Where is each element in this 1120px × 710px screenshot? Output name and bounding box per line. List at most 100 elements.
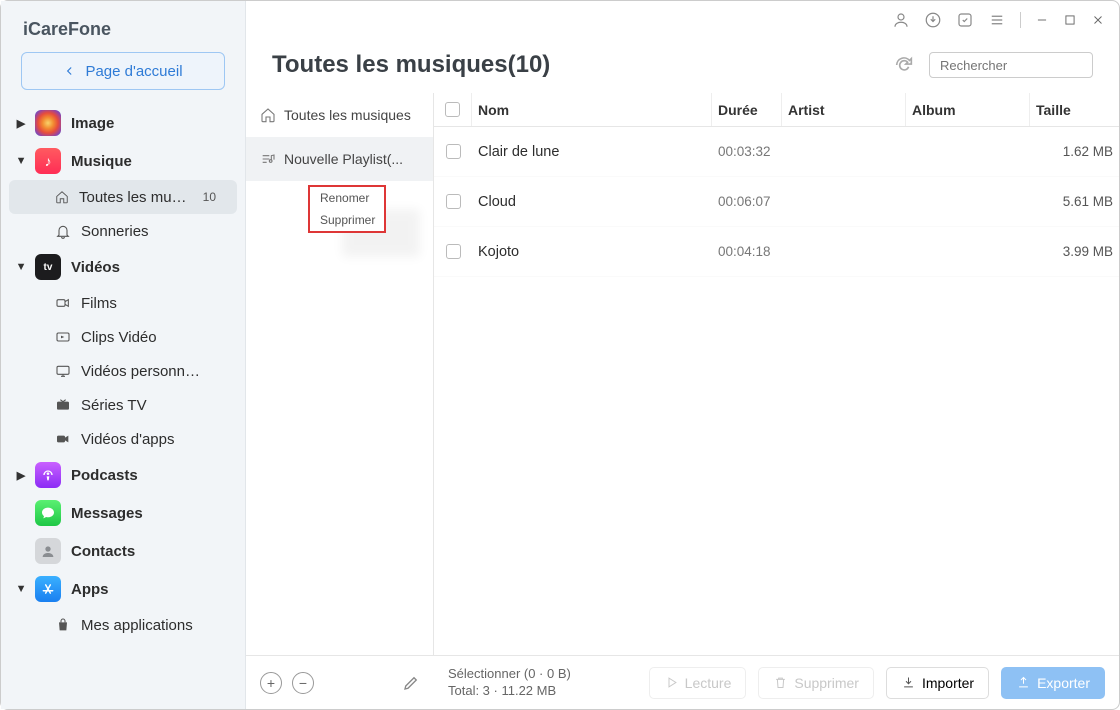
row-checkbox[interactable] xyxy=(446,144,461,159)
import-button[interactable]: Importer xyxy=(886,667,989,699)
sidebar-item-label: Podcasts xyxy=(71,467,138,484)
page-title: Toutes les musiques(10) xyxy=(272,51,550,79)
cell-taille: 3.99 MB xyxy=(1030,244,1119,259)
total-text: Total: 3 · 11.22 MB xyxy=(448,683,571,700)
clip-icon xyxy=(55,329,71,345)
sidebar-item-sonneries[interactable]: Sonneries xyxy=(1,214,245,248)
expand-icon xyxy=(17,117,25,130)
collapse-icon xyxy=(17,583,25,595)
context-menu-rename[interactable]: Renomer xyxy=(310,187,384,209)
feedback-icon[interactable] xyxy=(956,11,974,29)
remove-playlist-button[interactable]: − xyxy=(292,672,314,694)
cell-taille: 1.62 MB xyxy=(1030,144,1119,159)
separator xyxy=(1020,12,1021,28)
table-row[interactable]: Kojoto00:04:183.99 MB xyxy=(434,227,1119,277)
cell-nom: Cloud xyxy=(472,194,712,210)
download-icon[interactable] xyxy=(924,11,942,29)
messages-icon xyxy=(35,500,61,526)
import-icon xyxy=(901,675,916,690)
play-icon xyxy=(664,675,679,690)
sidebar-item-films[interactable]: Films xyxy=(1,286,245,320)
search-box[interactable] xyxy=(929,52,1093,78)
sidebar-item-mes-apps[interactable]: Mes applications xyxy=(1,608,245,642)
sidebar-item-label: Apps xyxy=(71,581,109,598)
playlist-all-music[interactable]: Toutes les musiques xyxy=(246,93,433,137)
maximize-icon[interactable] xyxy=(1063,13,1077,27)
search-input[interactable] xyxy=(940,58,1116,73)
minimize-icon[interactable] xyxy=(1035,13,1049,27)
sidebar-item-clips[interactable]: Clips Vidéo xyxy=(1,320,245,354)
sidebar-item-all-music[interactable]: Toutes les musiq... 10 xyxy=(9,180,237,214)
monitor-icon xyxy=(55,363,71,379)
add-playlist-button[interactable]: + xyxy=(260,672,282,694)
appletv-icon: tv xyxy=(35,254,61,280)
context-menu-delete[interactable]: Supprimer xyxy=(310,209,384,231)
podcasts-icon xyxy=(35,462,61,488)
sidebar-item-label: Contacts xyxy=(71,543,135,560)
playlist-new[interactable]: Nouvelle Playlist(... xyxy=(246,137,433,181)
sidebar-item-series[interactable]: Séries TV xyxy=(1,388,245,422)
close-icon[interactable] xyxy=(1091,13,1105,27)
play-button[interactable]: Lecture xyxy=(649,667,747,699)
sidebar-item-label: Vidéos d'apps xyxy=(81,431,175,448)
row-checkbox[interactable] xyxy=(446,194,461,209)
footer-actions: Sélectionner (0 · 0 B) Total: 3 · 11.22 … xyxy=(434,666,1119,700)
appstore-icon xyxy=(35,576,61,602)
sidebar-item-videos[interactable]: tv Vidéos xyxy=(1,248,245,286)
export-icon xyxy=(1016,675,1031,690)
playlist-item-label: Toutes les musiques xyxy=(284,107,411,123)
home-icon xyxy=(260,107,276,123)
row-checkbox[interactable] xyxy=(446,244,461,259)
col-nom[interactable]: Nom xyxy=(472,93,712,126)
music-icon: ♪ xyxy=(35,148,61,174)
edit-icon[interactable] xyxy=(402,674,420,692)
sidebar-item-label: Sonneries xyxy=(81,223,149,240)
sidebar: iCareFone Page d'accueil Image ♪ Musique… xyxy=(1,1,246,709)
tv-icon xyxy=(55,397,71,413)
menu-icon[interactable] xyxy=(988,11,1006,29)
table-body: Clair de lune00:03:321.62 MBCloud00:06:0… xyxy=(434,127,1119,655)
sidebar-item-label: Image xyxy=(71,115,114,132)
selection-info: Sélectionner (0 · 0 B) Total: 3 · 11.22 … xyxy=(448,666,571,700)
sidebar-item-videos-perso[interactable]: Vidéos personnell... xyxy=(1,354,245,388)
table-row[interactable]: Cloud00:06:07 5.61 MB xyxy=(434,177,1119,227)
sidebar-item-apps[interactable]: Apps xyxy=(1,570,245,608)
main: Toutes les musiques(10) Toutes les musiq… xyxy=(246,1,1119,709)
table-row[interactable]: Clair de lune00:03:321.62 MB xyxy=(434,127,1119,177)
back-arrow-icon xyxy=(63,64,77,78)
button-label: Lecture xyxy=(685,675,732,691)
photos-icon xyxy=(35,110,61,136)
sidebar-item-messages[interactable]: Messages xyxy=(1,494,245,532)
cell-duree: 00:06:07 xyxy=(712,194,782,209)
user-icon[interactable] xyxy=(892,11,910,29)
home-button[interactable]: Page d'accueil xyxy=(21,52,225,90)
contacts-icon xyxy=(35,538,61,564)
titlebar xyxy=(892,11,1105,29)
camera-icon xyxy=(55,431,71,447)
cell-taille: 5.61 MB xyxy=(1030,194,1119,209)
col-taille[interactable]: Taille xyxy=(1030,93,1119,126)
sidebar-item-label: Musique xyxy=(71,153,132,170)
sidebar-item-image[interactable]: Image xyxy=(1,104,245,142)
app-title: iCareFone xyxy=(1,1,245,52)
export-button[interactable]: Exporter xyxy=(1001,667,1105,699)
selection-text: Sélectionner (0 · 0 B) xyxy=(448,666,571,683)
refresh-icon[interactable] xyxy=(893,54,915,76)
sidebar-item-musique[interactable]: ♪ Musique xyxy=(1,142,245,180)
camera-icon xyxy=(55,295,71,311)
playlist-icon xyxy=(260,151,276,167)
cell-duree: 00:04:18 xyxy=(712,244,782,259)
button-label: Supprimer xyxy=(794,675,859,691)
sidebar-item-videos-apps[interactable]: Vidéos d'apps xyxy=(1,422,245,456)
select-all-checkbox[interactable] xyxy=(445,102,460,117)
sidebar-item-contacts[interactable]: Contacts xyxy=(1,532,245,570)
col-album[interactable]: Album xyxy=(906,93,1030,126)
col-artist[interactable]: Artist xyxy=(782,93,906,126)
content: Toutes les musiques Nouvelle Playlist(..… xyxy=(246,93,1119,655)
bag-icon xyxy=(55,617,71,633)
context-menu: Renomer Supprimer xyxy=(308,185,386,233)
delete-button[interactable]: Supprimer xyxy=(758,667,874,699)
col-duree[interactable]: Durée xyxy=(712,93,782,126)
playlist-toolbar: + − xyxy=(246,672,434,694)
sidebar-item-podcasts[interactable]: Podcasts xyxy=(1,456,245,494)
